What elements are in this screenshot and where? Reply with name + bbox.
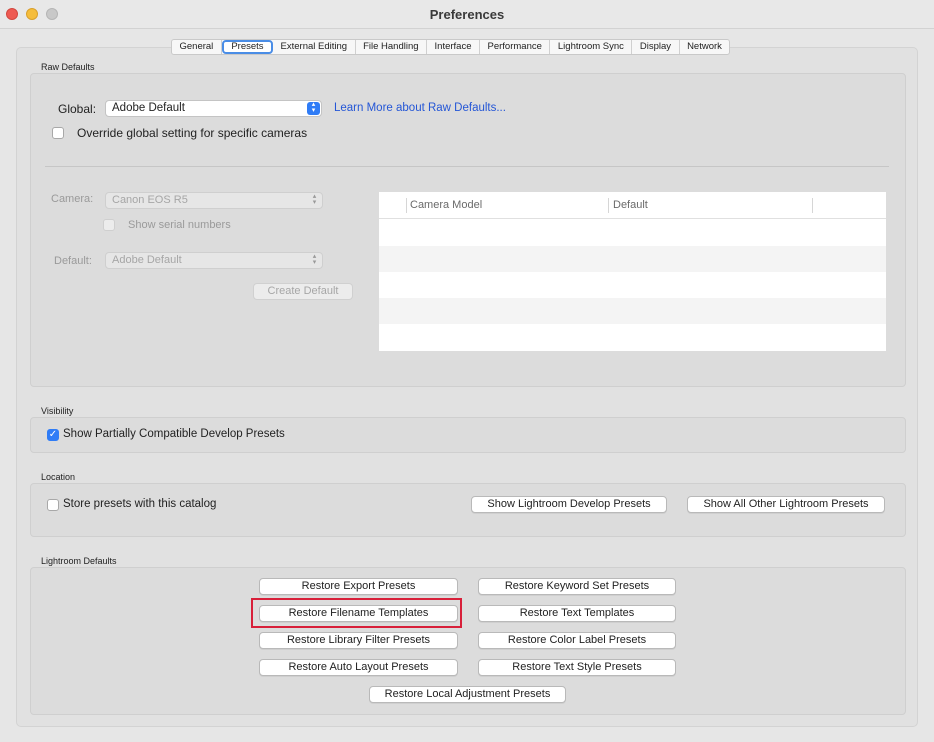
global-raw-default-select[interactable]: Adobe Default ▴ ▾ xyxy=(105,100,322,117)
show-partial-label: Show Partially Compatible Develop Preset… xyxy=(63,428,285,440)
override-cameras-checkbox[interactable] xyxy=(52,127,64,139)
popup-arrows-icon: ▴ ▾ xyxy=(307,101,320,115)
tab-interface[interactable]: Interface xyxy=(427,40,480,54)
popup-arrows-icon: ▴ ▾ xyxy=(312,193,317,206)
column-separator xyxy=(608,198,609,213)
column-separator xyxy=(406,198,407,213)
location-section-label: Location xyxy=(41,472,76,482)
table-row xyxy=(379,246,886,272)
table-row xyxy=(379,272,886,298)
highlight-box xyxy=(251,598,462,628)
window-title: Preferences xyxy=(429,7,505,22)
restore-text-templates-button[interactable]: Restore Text Templates xyxy=(478,605,676,622)
column-camera-model[interactable]: Camera Model xyxy=(410,199,482,211)
store-presets-label: Store presets with this catalog xyxy=(63,498,217,510)
restore-auto-layout-presets-button[interactable]: Restore Auto Layout Presets xyxy=(259,659,458,676)
tab-network[interactable]: Network xyxy=(680,40,730,54)
column-separator xyxy=(812,198,813,213)
title-bar: Preferences xyxy=(0,0,934,29)
tab-bar: General Presets External Editing File Ha… xyxy=(171,39,731,55)
tab-file-handling[interactable]: File Handling xyxy=(356,40,428,54)
table-row xyxy=(379,324,886,350)
restore-text-style-presets-button[interactable]: Restore Text Style Presets xyxy=(478,659,676,676)
learn-more-raw-defaults-link[interactable]: Learn More about Raw Defaults... xyxy=(334,102,506,114)
tab-external-editing[interactable]: External Editing xyxy=(273,40,356,54)
override-cameras-label: Override global setting for specific cam… xyxy=(77,126,308,140)
camera-value: Canon EOS R5 xyxy=(112,194,188,206)
table-row xyxy=(379,298,886,324)
default-label: Default: xyxy=(54,255,92,267)
default-value: Adobe Default xyxy=(112,254,182,266)
checkmark-icon: ✓ xyxy=(48,429,58,440)
show-develop-presets-button[interactable]: Show Lightroom Develop Presets xyxy=(471,496,667,513)
restore-local-adjustment-presets-button[interactable]: Restore Local Adjustment Presets xyxy=(369,686,566,703)
show-all-other-presets-button[interactable]: Show All Other Lightroom Presets xyxy=(687,496,885,513)
camera-defaults-table[interactable]: Camera Model Default xyxy=(379,192,886,351)
column-default[interactable]: Default xyxy=(613,199,648,211)
tab-presets[interactable]: Presets xyxy=(221,40,274,54)
visibility-section-label: Visibility xyxy=(41,406,74,416)
global-label: Global: xyxy=(58,102,97,116)
tab-lightroom-sync[interactable]: Lightroom Sync xyxy=(550,40,633,54)
show-serial-checkbox[interactable] xyxy=(103,219,115,231)
tab-performance[interactable]: Performance xyxy=(480,40,551,54)
show-partial-checkbox[interactable]: ✓ xyxy=(47,429,59,441)
restore-export-presets-button[interactable]: Restore Export Presets xyxy=(259,578,458,595)
create-default-button[interactable]: Create Default xyxy=(253,283,353,300)
lightroom-defaults-section-label: Lightroom Defaults xyxy=(41,556,117,566)
divider xyxy=(45,166,889,167)
tab-general[interactable]: General xyxy=(172,40,222,54)
restore-library-filter-presets-button[interactable]: Restore Library Filter Presets xyxy=(259,632,458,649)
restore-keyword-set-presets-button[interactable]: Restore Keyword Set Presets xyxy=(478,578,676,595)
show-serial-label: Show serial numbers xyxy=(128,219,231,231)
table-header: Camera Model Default xyxy=(379,192,886,219)
raw-defaults-section-label: Raw Defaults xyxy=(41,62,95,72)
store-presets-checkbox[interactable] xyxy=(47,499,59,511)
popup-arrows-icon: ▴ ▾ xyxy=(312,253,317,266)
tab-display[interactable]: Display xyxy=(632,40,680,54)
global-raw-default-value: Adobe Default xyxy=(112,102,185,114)
camera-select[interactable]: Canon EOS R5 ▴ ▾ xyxy=(105,192,323,209)
restore-color-label-presets-button[interactable]: Restore Color Label Presets xyxy=(478,632,676,649)
camera-label: Camera: xyxy=(51,193,94,205)
default-select[interactable]: Adobe Default ▴ ▾ xyxy=(105,252,323,269)
table-row xyxy=(379,220,886,246)
